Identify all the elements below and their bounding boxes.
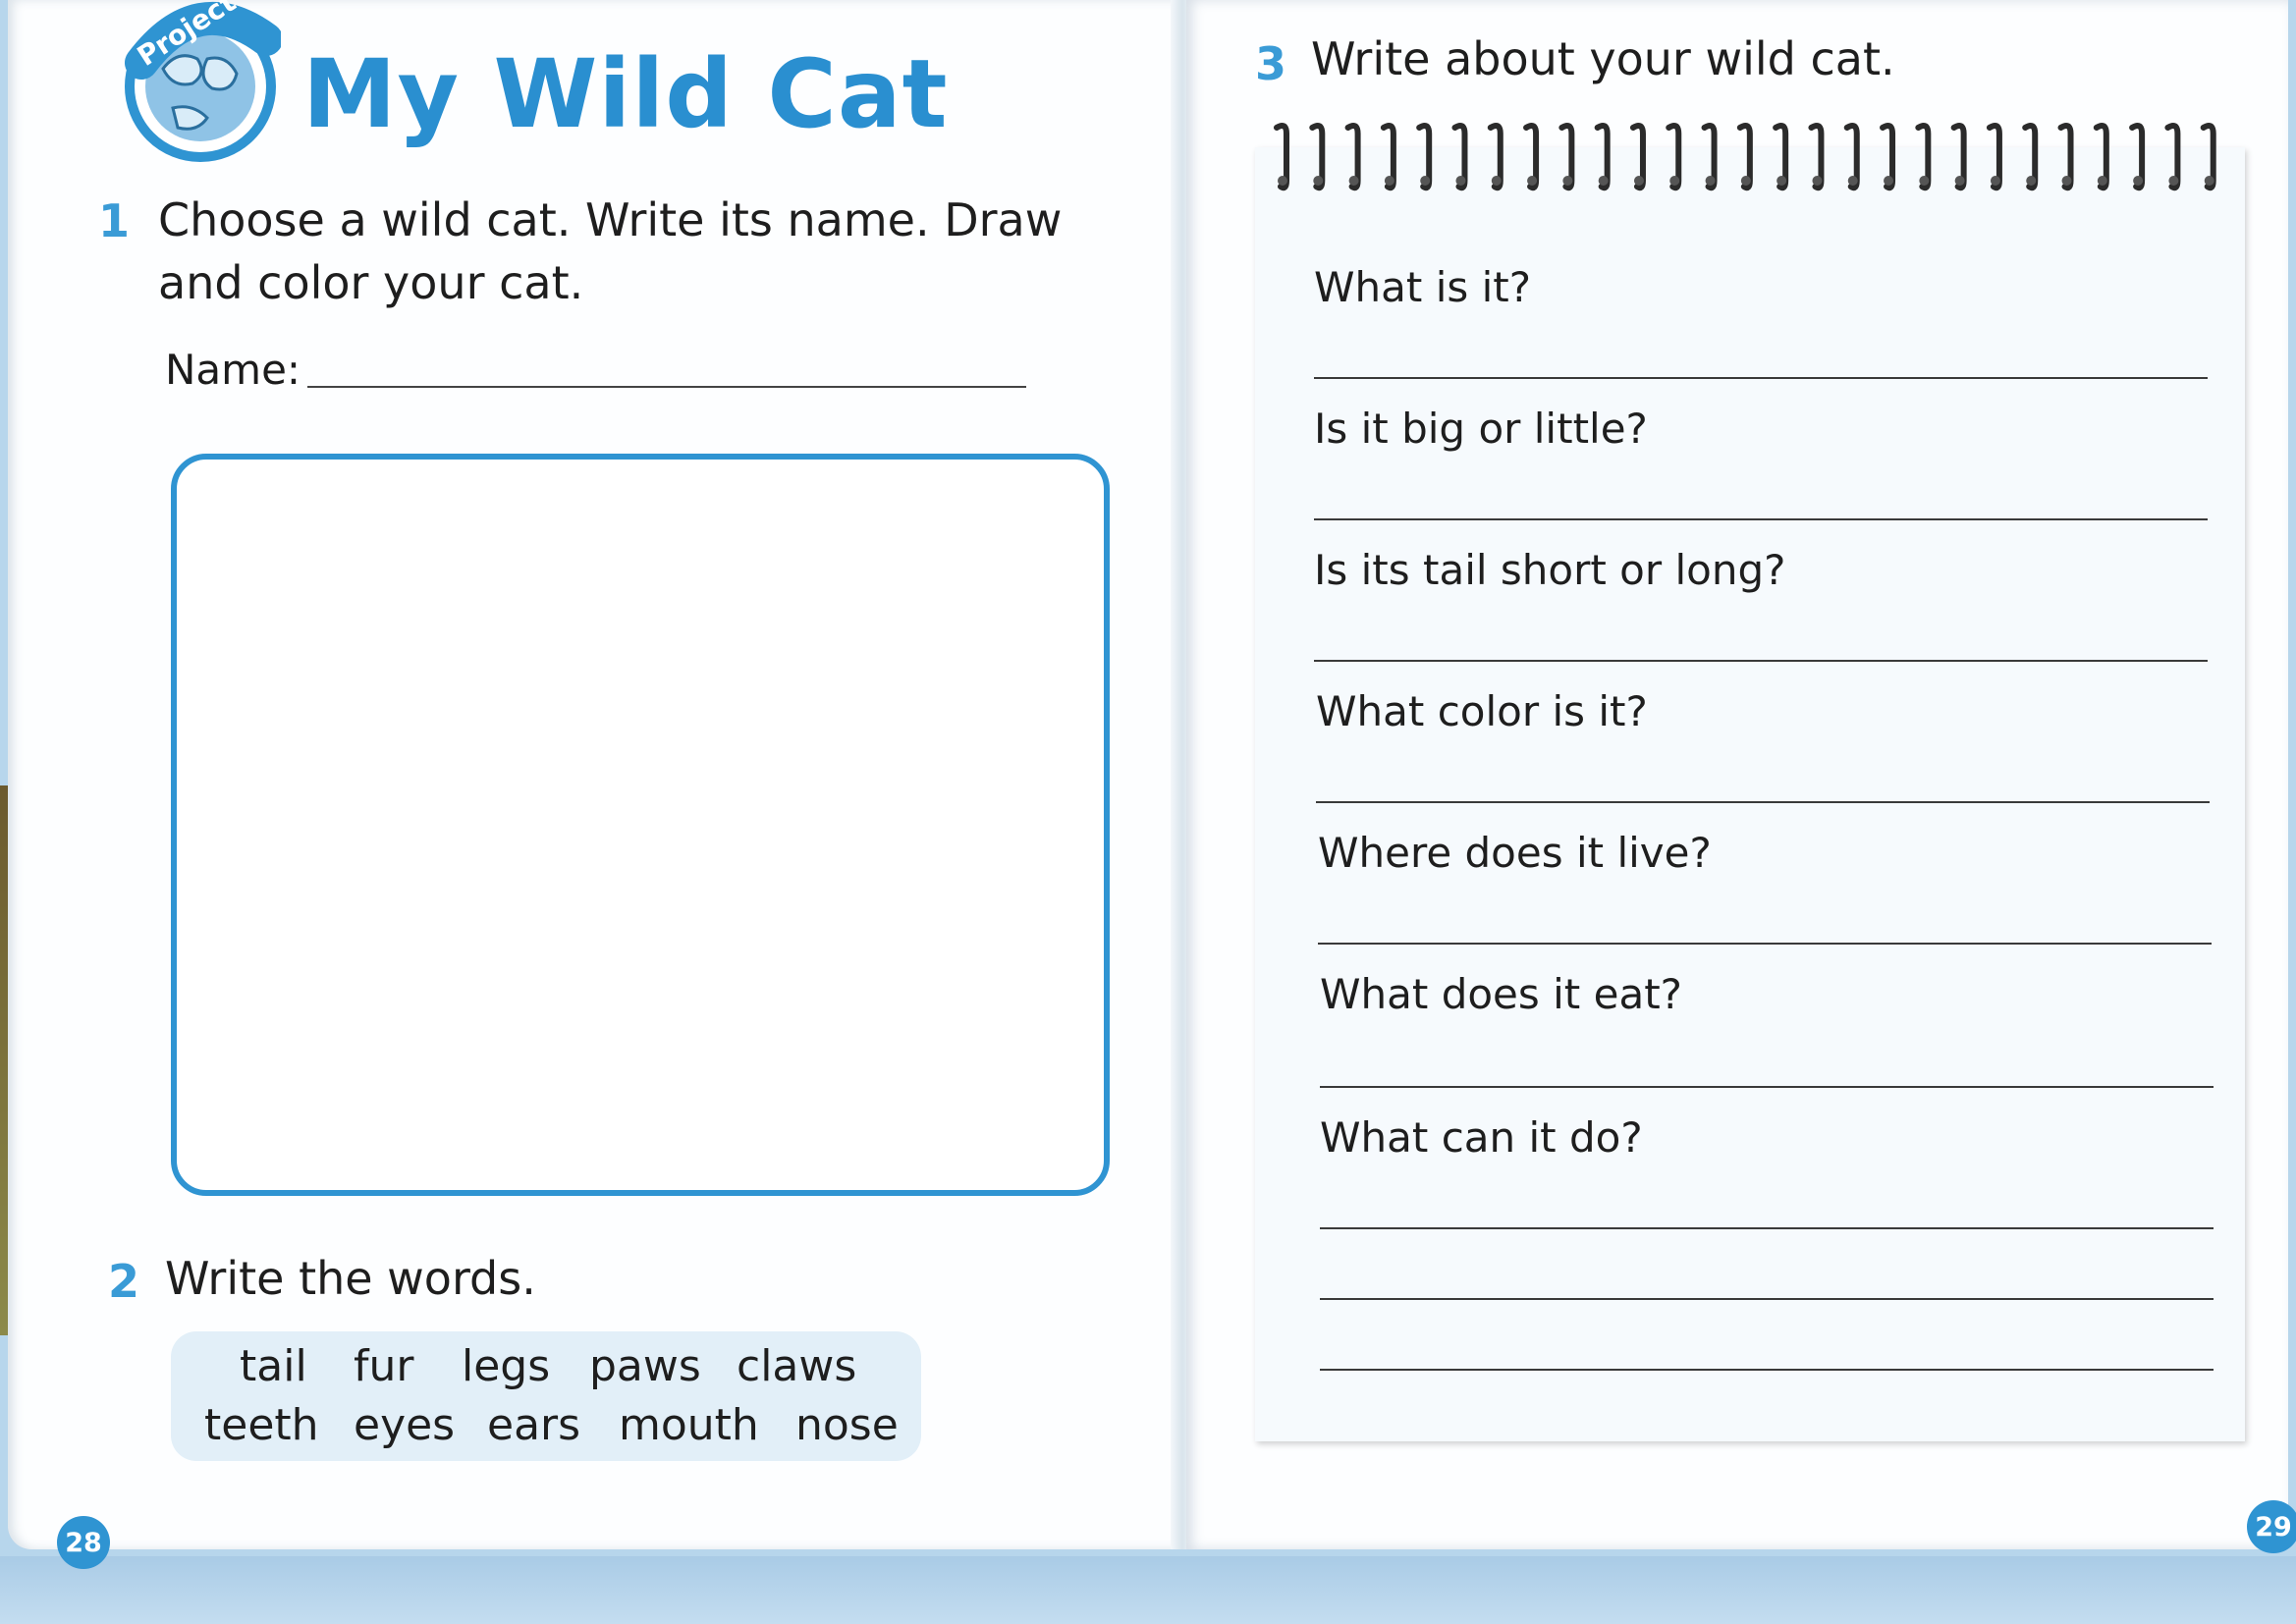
spiral-ring — [1950, 123, 1967, 191]
spiral-ring — [1808, 123, 1825, 191]
word-bank-item: ears — [487, 1400, 581, 1450]
word-bank: tail fur legs paws claws teeth eyes ears… — [171, 1331, 921, 1461]
word-bank-item: tail — [240, 1341, 307, 1391]
spiral-ring — [2200, 123, 2216, 191]
question-2-number: 2 — [108, 1255, 140, 1308]
answer-line[interactable] — [1320, 1298, 2214, 1300]
project-globe-icon: Project — [125, 0, 281, 162]
question-1-number: 1 — [98, 194, 131, 247]
spiral-ring — [1274, 123, 1289, 191]
word-bank-item: eyes — [354, 1400, 456, 1450]
notebook-question-6: What does it eat? — [1320, 970, 1682, 1018]
notebook-question-3: Is its tail short or long? — [1314, 546, 1786, 594]
spiral-ring — [1344, 123, 1361, 191]
answer-line[interactable] — [1318, 943, 2212, 945]
name-write-line[interactable] — [307, 386, 1026, 388]
answer-line[interactable] — [1314, 518, 2208, 520]
spiral-ring — [1843, 123, 1860, 191]
question-3-number: 3 — [1255, 37, 1287, 90]
page-number-right: 29 — [2247, 1500, 2296, 1553]
scan-background-band — [0, 1556, 2296, 1624]
word-bank-item: paws — [589, 1341, 701, 1391]
answer-line[interactable] — [1320, 1227, 2214, 1229]
spiral-ring — [1773, 123, 1789, 191]
word-bank-item: teeth — [204, 1400, 319, 1450]
notebook-question-7: What can it do? — [1320, 1113, 1643, 1162]
word-bank-item: nose — [795, 1400, 899, 1450]
spiral-ring — [1736, 123, 1753, 191]
spiral-ring — [1594, 123, 1611, 191]
spiral-ring — [2022, 123, 2039, 191]
question-1-line-1: Choose a wild cat. Write its name. Draw — [158, 193, 1063, 246]
name-label: Name: — [165, 346, 301, 394]
notebook-question-5: Where does it live? — [1318, 829, 1712, 877]
spiral-notebook: What is it? Is it big or little? Is its … — [1255, 147, 2245, 1441]
question-1-text: Choose a wild cat. Write its name. Draw … — [158, 189, 1062, 314]
spiral-ring — [1666, 123, 1682, 191]
word-bank-item: fur — [354, 1341, 414, 1391]
spiral-binding — [1274, 123, 2216, 191]
spiral-ring — [1416, 123, 1433, 191]
drawing-area[interactable] — [171, 454, 1110, 1196]
spiral-ring — [2164, 123, 2181, 191]
word-bank-item: mouth — [619, 1400, 759, 1450]
question-1-line-2: and color your cat. — [158, 256, 584, 309]
spiral-ring — [1380, 123, 1396, 191]
spiral-ring — [1487, 123, 1503, 191]
word-bank-item: legs — [462, 1341, 551, 1391]
page-title: My Wild Cat — [302, 39, 949, 149]
answer-line[interactable] — [1314, 660, 2208, 662]
answer-line[interactable] — [1320, 1086, 2214, 1088]
spiral-ring — [1558, 123, 1575, 191]
spiral-ring — [2129, 123, 2146, 191]
spiral-ring — [1523, 123, 1540, 191]
spiral-ring — [1629, 123, 1646, 191]
notebook-question-4: What color is it? — [1316, 687, 1648, 735]
spiral-ring — [1309, 123, 1326, 191]
spiral-ring — [2093, 123, 2109, 191]
answer-line[interactable] — [1316, 801, 2210, 803]
spiral-ring — [1880, 123, 1896, 191]
spiral-ring — [2057, 123, 2074, 191]
spiral-ring — [1986, 123, 2002, 191]
spiral-ring — [1915, 123, 1932, 191]
question-3-text: Write about your wild cat. — [1311, 32, 1895, 85]
page-number-left: 28 — [57, 1516, 110, 1569]
left-page: Project My Wild Cat 1 Choose a wild cat.… — [8, 0, 1181, 1569]
spiral-ring — [1451, 123, 1468, 191]
answer-line[interactable] — [1314, 377, 2208, 379]
answer-line[interactable] — [1320, 1369, 2214, 1371]
notebook-question-2: Is it big or little? — [1314, 405, 1648, 453]
question-2-text: Write the words. — [165, 1252, 536, 1305]
notebook-question-1: What is it? — [1314, 263, 1532, 311]
spiral-ring — [1701, 123, 1718, 191]
word-bank-item: claws — [737, 1341, 857, 1391]
